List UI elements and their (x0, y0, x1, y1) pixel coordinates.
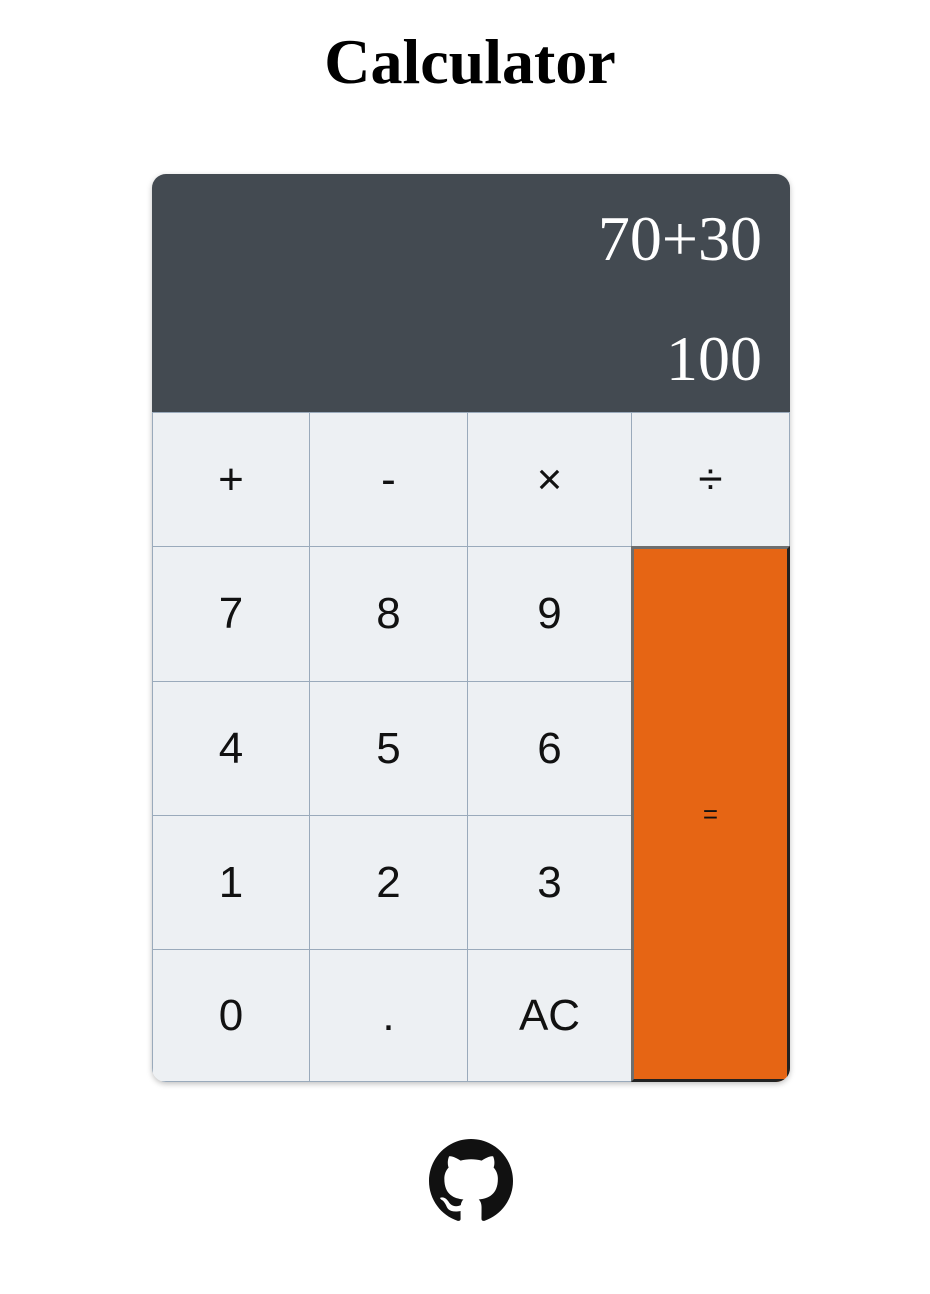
multiply-button[interactable]: × (467, 412, 632, 547)
digit-0-button[interactable]: 0 (152, 949, 310, 1082)
digit-3-button[interactable]: 3 (467, 815, 632, 950)
display-result: 100 (666, 323, 762, 394)
equals-button[interactable]: = (631, 546, 790, 1082)
add-button[interactable]: + (152, 412, 310, 547)
subtract-button[interactable]: - (309, 412, 468, 547)
digit-1-button[interactable]: 1 (152, 815, 310, 950)
digit-5-button[interactable]: 5 (309, 681, 468, 816)
digit-7-button[interactable]: 7 (152, 546, 310, 682)
github-icon (429, 1139, 513, 1221)
calculator-display: 70+30 100 (152, 174, 790, 412)
digit-8-button[interactable]: 8 (309, 546, 468, 682)
clear-button[interactable]: AC (467, 949, 632, 1082)
digit-9-button[interactable]: 9 (467, 546, 632, 682)
digit-2-button[interactable]: 2 (309, 815, 468, 950)
divide-button[interactable]: ÷ (631, 412, 790, 547)
keypad: + - × ÷ 7 8 9 4 5 6 1 2 3 0 . AC = (152, 412, 790, 1082)
page-title: Calculator (324, 26, 616, 97)
calculator: 70+30 100 + - × ÷ 7 8 9 4 5 6 1 2 3 0 . … (152, 174, 790, 1082)
decimal-button[interactable]: . (309, 949, 468, 1082)
digit-6-button[interactable]: 6 (467, 681, 632, 816)
github-link[interactable] (429, 1139, 513, 1223)
digit-4-button[interactable]: 4 (152, 681, 310, 816)
display-expression: 70+30 (597, 203, 762, 274)
